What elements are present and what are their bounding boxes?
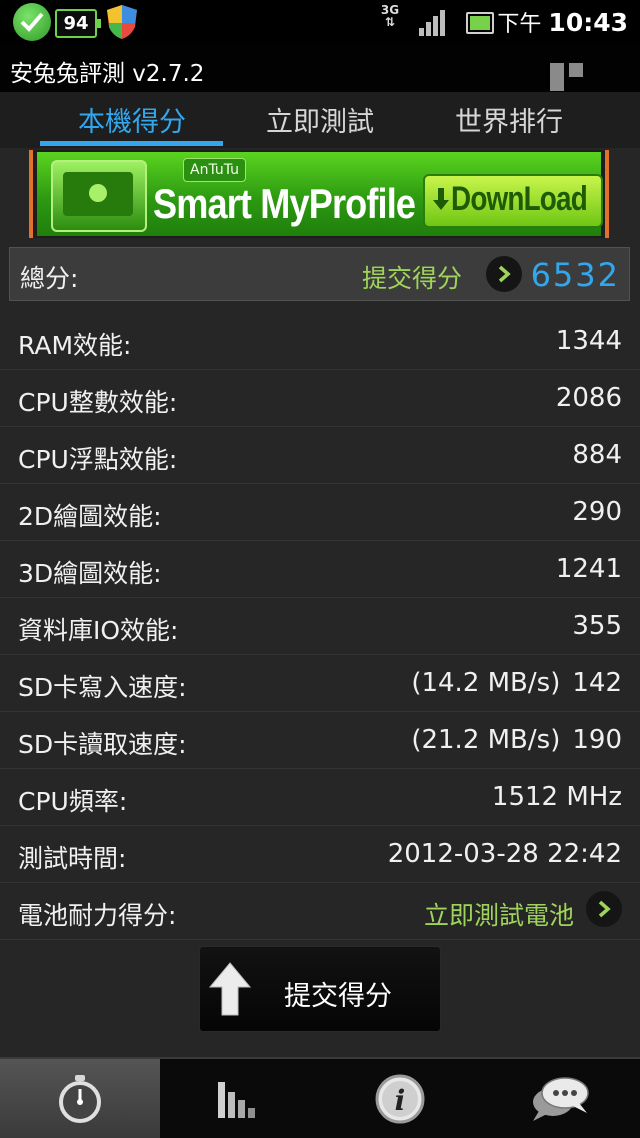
total-label: 總分: (20, 264, 79, 293)
download-arrow-icon (433, 188, 449, 210)
submit-score-button[interactable]: 提交得分 (199, 946, 441, 1032)
score-label: SD卡寫入速度: (18, 673, 187, 702)
score-row: CPU頻率: 1512 MHz (0, 769, 640, 826)
checkmark-notification-icon (13, 3, 51, 41)
score-row: SD卡讀取速度: (21.2 MB/s) 190 (0, 712, 640, 769)
bar-chart-icon (218, 1081, 255, 1118)
signal-strength-icon (419, 10, 447, 36)
nav-comments[interactable] (480, 1059, 640, 1138)
overflow-menu-icon[interactable] (550, 63, 606, 91)
score-label: CPU浮點效能: (18, 445, 178, 474)
tab-world-ranking[interactable]: 世界排行 (416, 100, 602, 139)
score-value: (21.2 MB/s) 190 (411, 725, 622, 755)
ad-banner[interactable]: AnTuTu Smart MyProfile DownLoad (29, 150, 609, 238)
banner-text: Smart MyProfile (153, 180, 416, 227)
download-button[interactable]: DownLoad (423, 174, 603, 228)
bottom-navigation: i (0, 1057, 640, 1138)
score-value: 355 (572, 611, 622, 641)
nav-info[interactable]: i (320, 1059, 480, 1138)
battery-score-label: 電池耐力得分: (18, 901, 177, 930)
tab-device-score[interactable]: 本機得分 (39, 100, 225, 139)
app-title: 安兔兔評測 v2.7.2 (10, 61, 205, 87)
shield-icon (107, 5, 137, 39)
score-row: CPU整數效能: 2086 (0, 370, 640, 427)
total-score-row: 總分: 提交得分 6532 (9, 247, 630, 301)
app-title-bar: 安兔兔評測 v2.7.2 (0, 44, 640, 92)
battery-icon (466, 12, 494, 34)
score-row: 資料庫IO效能: 355 (0, 598, 640, 655)
score-label: 2D繪圖效能: (18, 502, 162, 531)
score-row: 2D繪圖效能: 290 (0, 484, 640, 541)
network-3g-icon: 3G ⇅ (380, 3, 400, 29)
status-bar: 94 3G ⇅ 下午 10:43 (0, 0, 640, 44)
score-value: 1241 (555, 554, 622, 584)
svg-text:i: i (395, 1084, 406, 1117)
score-label: CPU頻率: (18, 787, 128, 816)
arrow-up-icon (208, 962, 252, 1016)
stopwatch-icon (59, 1074, 101, 1123)
chat-bubbles-icon (533, 1076, 589, 1121)
score-row: 測試時間: 2012-03-28 22:42 (0, 826, 640, 883)
score-value: 2086 (555, 383, 622, 413)
score-label: RAM效能: (18, 331, 132, 360)
score-value: 1512 MHz (491, 782, 622, 812)
score-value: 290 (572, 497, 622, 527)
nav-ranking-chart[interactable] (160, 1059, 320, 1138)
score-value: 1344 (555, 326, 622, 356)
chevron-right-icon[interactable] (586, 891, 622, 927)
score-row: 3D繪圖效能: 1241 (0, 541, 640, 598)
score-label: SD卡讀取速度: (18, 730, 187, 759)
active-tab-indicator (40, 141, 223, 146)
score-label: 測試時間: (18, 844, 127, 873)
chevron-right-icon[interactable] (486, 256, 522, 292)
nav-stopwatch[interactable] (0, 1059, 160, 1138)
score-row: CPU浮點效能: 884 (0, 427, 640, 484)
battery-percent-icon: 94 (55, 9, 101, 38)
tab-run-test[interactable]: 立即測試 (227, 100, 413, 139)
tab-bar: 本機得分 立即測試 世界排行 (0, 92, 640, 148)
info-icon: i (375, 1074, 425, 1123)
score-label: CPU整數效能: (18, 388, 178, 417)
score-value: 884 (572, 440, 622, 470)
total-score-value: 6532 (530, 256, 620, 294)
test-battery-link[interactable]: 立即測試電池 (424, 896, 574, 932)
score-row: SD卡寫入速度: (14.2 MB/s) 142 (0, 655, 640, 712)
sd-write-speed: (14.2 MB/s) (411, 668, 561, 698)
score-value: 2012-03-28 22:42 (387, 839, 622, 869)
score-label: 3D繪圖效能: (18, 559, 162, 588)
score-row: RAM效能: 1344 (0, 313, 640, 370)
battery-score-row: 電池耐力得分: 立即測試電池 (0, 883, 640, 940)
sd-read-speed: (21.2 MB/s) (411, 725, 561, 755)
submit-score-link[interactable]: 提交得分 (362, 259, 462, 295)
app-logo-icon (51, 160, 147, 232)
score-value: (14.2 MB/s) 142 (411, 668, 622, 698)
banner-brand: AnTuTu (183, 158, 247, 182)
clock: 下午 10:43 (497, 8, 628, 37)
score-label: 資料庫IO效能: (18, 616, 179, 645)
